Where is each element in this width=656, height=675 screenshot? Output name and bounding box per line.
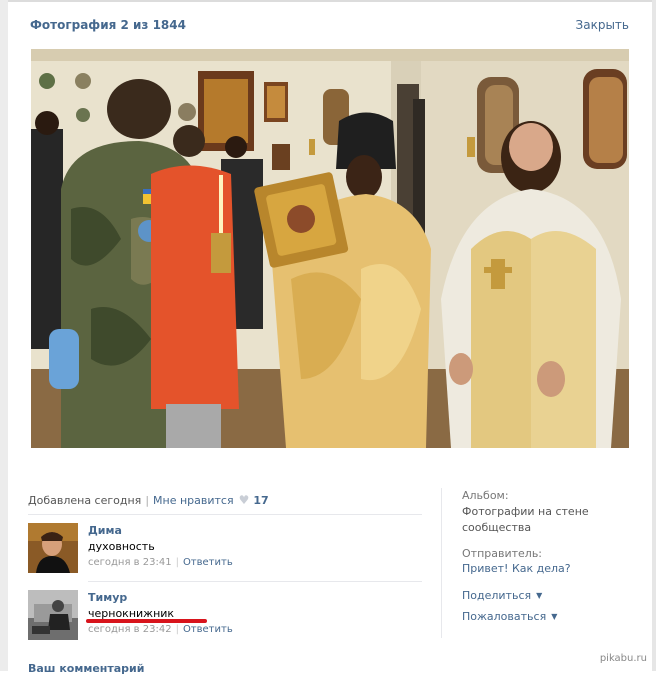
- divider: [88, 581, 422, 582]
- frame-right: [652, 0, 656, 671]
- close-button[interactable]: Закрыть: [576, 18, 629, 32]
- avatar-image: [28, 523, 78, 573]
- comment-author-link[interactable]: Дима: [88, 524, 122, 537]
- photo-counter-title: Фотография 2 из 1844: [30, 18, 186, 32]
- frame-top: [0, 0, 656, 2]
- comment-time: сегодня в 23:41: [88, 557, 172, 568]
- separator: |: [145, 494, 150, 507]
- avatar-image: [28, 590, 78, 640]
- report-dropdown[interactable]: Пожаловаться ▼: [462, 610, 557, 623]
- vertical-divider: [441, 488, 442, 638]
- likes-count: 17: [253, 494, 269, 507]
- red-highlight-underline: [86, 619, 207, 623]
- share-label: Поделиться: [462, 589, 532, 602]
- comment-meta: сегодня в 23:42 | Ответить: [88, 624, 233, 635]
- sender-label: Отправитель:: [462, 547, 543, 560]
- your-comment-heading: Ваш комментарий: [28, 662, 145, 675]
- separator: |: [175, 624, 179, 635]
- report-label: Пожаловаться: [462, 610, 547, 623]
- watermark: pikabu.ru: [596, 652, 650, 665]
- heart-icon[interactable]: ♥: [239, 493, 250, 507]
- comment-time: сегодня в 23:42: [88, 624, 172, 635]
- like-button[interactable]: Мне нравится: [153, 494, 234, 507]
- comment-text: духовность: [88, 540, 155, 553]
- album-info: Альбом: Фотографии на стене сообщества: [462, 489, 592, 536]
- sender-link[interactable]: Привет! Как дела?: [462, 562, 571, 575]
- comment-author-link[interactable]: Тимур: [88, 591, 127, 604]
- comment-meta: сегодня в 23:41 | Ответить: [88, 557, 233, 568]
- photo[interactable]: [31, 49, 629, 448]
- sender-info: Отправитель: Привет! Как дела?: [462, 547, 571, 575]
- avatar[interactable]: [28, 523, 78, 573]
- share-dropdown[interactable]: Поделиться ▼: [462, 589, 542, 602]
- comment: Тимур чернокнижник сегодня в 23:42 | Ответ…: [28, 590, 428, 642]
- frame-left: [0, 0, 8, 671]
- divider: [28, 514, 422, 515]
- reply-button[interactable]: Ответить: [183, 624, 233, 635]
- avatar[interactable]: [28, 590, 78, 640]
- chevron-down-icon: ▼: [551, 612, 558, 621]
- comment: Дима духовность сегодня в 23:41 | Ответить: [28, 523, 428, 575]
- album-link[interactable]: Фотографии на стене сообщества: [462, 504, 592, 536]
- chevron-down-icon: ▼: [536, 591, 543, 600]
- reply-button[interactable]: Ответить: [183, 557, 233, 568]
- album-label: Альбом:: [462, 489, 509, 502]
- separator: |: [175, 557, 179, 568]
- photo-info-bar: Добавлена сегодня | Мне нравится ♥ 17: [28, 493, 269, 507]
- photo-image: [31, 49, 629, 448]
- added-date: Добавлена сегодня: [28, 494, 142, 507]
